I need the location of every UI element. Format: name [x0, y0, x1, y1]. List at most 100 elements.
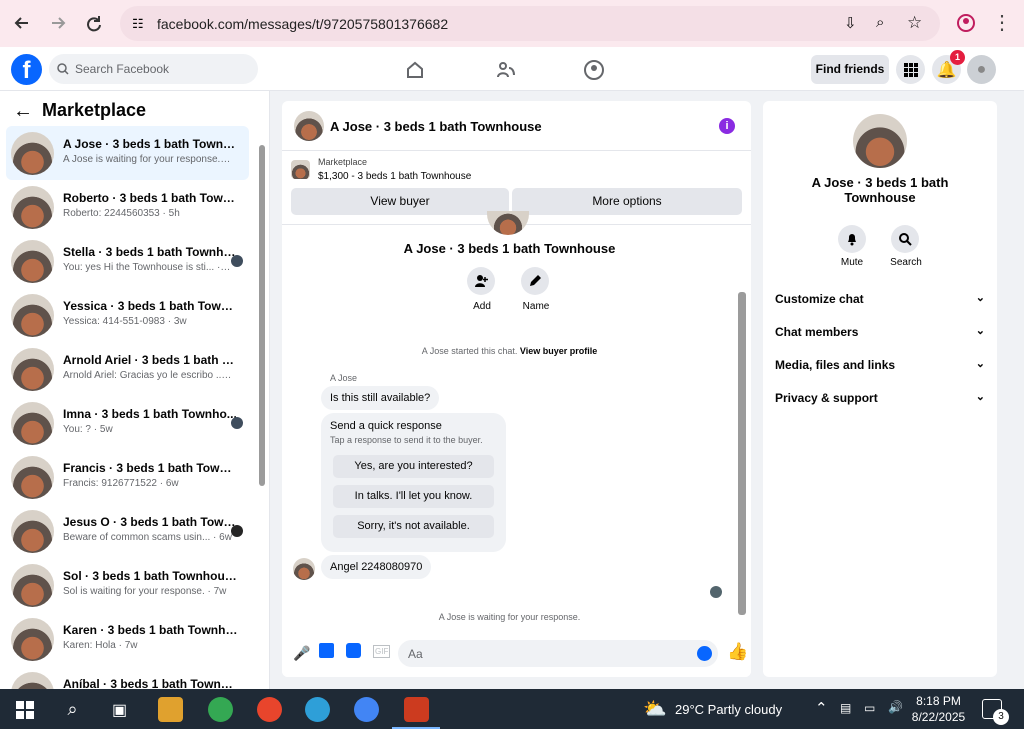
menu-icon[interactable]: ⋮ — [989, 10, 1015, 36]
home-icon[interactable] — [404, 59, 426, 81]
windows-start-icon[interactable] — [12, 697, 37, 722]
groups-icon[interactable] — [583, 59, 605, 81]
conversation-title: Aníbal · 3 beds 1 bath Townhouse — [63, 677, 238, 689]
quick-reply-button[interactable]: Yes, are you interested? — [333, 455, 494, 478]
conversation-preview: Francis: 9126771522 · 6w — [63, 478, 179, 489]
conversation-preview: Arnold Ariel: Gracias yo le escribo ... … — [63, 370, 233, 381]
conversation-preview: A Jose is waiting for your response. · 1… — [63, 154, 233, 165]
zoom-icon[interactable]: ⌕ — [876, 14, 884, 31]
seen-avatar — [231, 525, 243, 537]
back-arrow-icon[interactable]: ← — [13, 101, 33, 121]
conversation-item[interactable]: Yessica · 3 beds 1 bath Townhou... Yessic… — [6, 288, 249, 342]
network-icon[interactable]: ▭ — [864, 701, 875, 715]
weather-icon[interactable]: ⛅ — [643, 697, 667, 721]
friends-icon[interactable] — [494, 59, 516, 81]
chrome-profile-icon[interactable] — [305, 697, 330, 722]
like-icon[interactable]: 👍 — [727, 642, 748, 662]
listing-avatar — [11, 348, 54, 391]
search-label: Search — [890, 257, 922, 268]
chevron-down-icon: ⌄ — [975, 292, 985, 304]
conversation-item[interactable]: Arnold Ariel · 3 beds 1 bath Tow... Arnol… — [6, 342, 249, 396]
install-icon[interactable]: ⇩ — [844, 14, 857, 32]
chat-scrollbar[interactable] — [738, 292, 746, 615]
view-buyer-button[interactable]: View buyer — [291, 188, 509, 215]
conversation-item[interactable]: Aníbal · 3 beds 1 bath Townhouse — [6, 666, 249, 689]
conversation-item[interactable]: Francis · 3 beds 1 bath Townhou... Franci… — [6, 450, 249, 504]
marketplace-label: Marketplace — [318, 157, 368, 167]
conversation-item[interactable]: Roberto · 3 beds 1 bath Townho... Roberto… — [6, 180, 249, 234]
conversation-preview: You: yes Hi the Townhouse is sti... · 2w — [63, 262, 233, 273]
details-avatar — [853, 114, 907, 168]
quick-reply-button[interactable]: In talks. I'll let you know. — [333, 485, 494, 508]
mute-label: Mute — [840, 257, 864, 268]
file-explorer-icon[interactable] — [158, 697, 183, 722]
task-view-icon[interactable]: ▣ — [107, 697, 132, 722]
started-text: A Jose started this chat. — [421, 346, 518, 356]
page-title: Marketplace — [42, 100, 147, 120]
add-person-icon[interactable] — [467, 267, 495, 295]
more-options-button[interactable]: More options — [512, 188, 742, 215]
conversation-item[interactable]: Sol · 3 beds 1 bath Townhouse Sol is wait… — [6, 558, 249, 612]
conversation-item[interactable]: Karen · 3 beds 1 bath Townhouse Karen: Ho… — [6, 612, 249, 666]
chrome-profile-icon[interactable] — [354, 697, 379, 722]
view-buyer-profile-link[interactable]: View buyer profile — [520, 346, 597, 356]
weather-text[interactable]: 29°C Partly cloudy — [675, 702, 782, 717]
conversation-item[interactable]: Stella · 3 beds 1 bath Townho... You: yes… — [6, 234, 249, 288]
back-arrow-icon[interactable] — [9, 10, 35, 36]
info-icon[interactable]: i — [719, 118, 735, 134]
chrome-icon[interactable] — [208, 697, 233, 722]
clock-time[interactable]: 8:18 PM — [916, 694, 961, 708]
conversation-item[interactable]: A Jose · 3 beds 1 bath Townhouse A Jose i… — [6, 126, 249, 180]
account-avatar[interactable]: ● — [967, 55, 996, 84]
notification-badge: 1 — [950, 50, 965, 65]
chat-members-section[interactable]: Chat members ⌄ — [775, 325, 985, 339]
search-icon[interactable]: ⌕ — [60, 697, 85, 722]
microphone-icon[interactable]: 🎤 — [293, 645, 310, 662]
message-input[interactable]: Aa — [398, 640, 718, 667]
customize-chat-section[interactable]: Customize chat ⌄ — [775, 292, 985, 306]
marketplace-inbox: ← Marketplace A Jose · 3 beds 1 bath Tow… — [0, 91, 270, 689]
conversation-item[interactable]: Jesus O · 3 beds 1 bath Town... Beware of… — [6, 504, 249, 558]
apps-menu-icon[interactable] — [896, 55, 925, 84]
listing-price: $1,300 - 3 beds 1 bath Townhouse — [318, 171, 472, 182]
clock-date[interactable]: 8/22/2025 — [907, 710, 970, 724]
find-friends-button[interactable]: Find friends — [811, 55, 889, 84]
privacy-support-section[interactable]: Privacy & support ⌄ — [775, 391, 985, 405]
message-composer: 🎤 GIF Aa 👍 — [282, 627, 751, 677]
device-icon[interactable]: ▤ — [840, 701, 851, 715]
facebook-search[interactable]: Search Facebook — [49, 54, 258, 84]
media-files-links-section[interactable]: Media, files and links ⌄ — [775, 358, 985, 372]
reload-icon[interactable] — [81, 10, 107, 36]
forward-arrow-icon[interactable] — [45, 10, 71, 36]
site-info-icon[interactable]: ☷ — [132, 16, 144, 32]
conversation-preview: Roberto: 2244560353 · 5h — [63, 208, 180, 219]
quick-reply-button[interactable]: Sorry, it's not available. — [333, 515, 494, 538]
chat-started-note: A Jose started this chat. View buyer pro… — [282, 346, 737, 356]
buyer-small-avatar — [293, 558, 315, 580]
incoming-message: Is this still available? — [321, 386, 440, 410]
volume-icon[interactable]: 🔊 — [888, 700, 903, 714]
conversation-scrollbar[interactable] — [259, 145, 265, 486]
sender-name: A Jose — [330, 373, 358, 383]
emoji-icon[interactable] — [697, 646, 712, 661]
search-icon[interactable] — [891, 225, 919, 253]
star-icon[interactable]: ☆ — [907, 13, 922, 33]
conversation-title: Sol · 3 beds 1 bath Townhouse — [63, 569, 238, 583]
edit-name-icon[interactable] — [521, 267, 549, 295]
sticker-icon[interactable] — [346, 643, 361, 658]
photo-icon[interactable] — [319, 643, 334, 658]
address-bar[interactable]: ☷ facebook.com/messages/t/97205758013766… — [120, 6, 940, 41]
conversation-title: Imna · 3 beds 1 bath Townho... — [63, 407, 237, 421]
facebook-logo[interactable]: f — [11, 54, 42, 85]
mute-bell-icon[interactable] — [838, 225, 866, 253]
facebook-top-bar: f Search Facebook Find friends 🔔 1 ● — [0, 47, 1024, 91]
conversation-item[interactable]: Imna · 3 beds 1 bath Townho... You: ? · 5… — [6, 396, 249, 450]
gif-icon[interactable]: GIF — [373, 645, 391, 658]
profile-icon[interactable] — [953, 10, 979, 36]
conversation-title: Jesus O · 3 beds 1 bath Town... — [63, 515, 238, 529]
chevron-down-icon: ⌄ — [975, 358, 985, 370]
waiting-note: A Jose is waiting for your response. — [438, 612, 581, 622]
listing-avatar — [11, 564, 54, 607]
chevron-up-icon[interactable]: ⌃ — [815, 699, 828, 717]
chrome-profile-icon[interactable] — [257, 697, 282, 722]
